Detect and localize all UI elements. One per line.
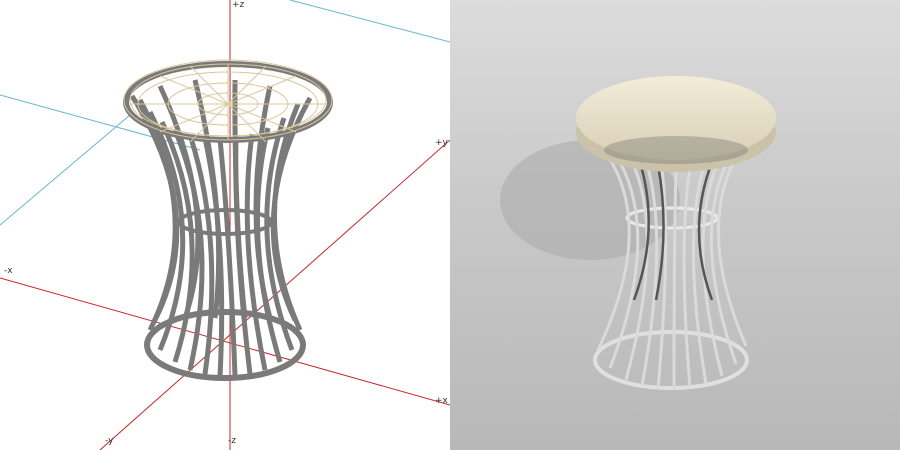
- axis-label-py: +y: [435, 138, 448, 148]
- axis-label-nx: -x: [4, 266, 13, 276]
- x-axis-line: [0, 277, 450, 406]
- cushion-underside: [604, 136, 748, 164]
- axis-label-px: +x: [435, 396, 448, 406]
- axis-label-pz: +z: [232, 0, 245, 10]
- axis-label-ny: -y: [105, 436, 114, 446]
- render-canvas: [500, 76, 776, 390]
- render-viewport: [450, 0, 900, 450]
- wireframe-canvas: [0, 0, 450, 450]
- grid-line-3: [0, 114, 131, 226]
- axis-label-nz: -z: [228, 436, 236, 446]
- grid-line-1: [289, 0, 450, 43]
- wireframe-viewport: +z -z +y -y +x -x: [0, 0, 450, 450]
- stool-model-preview: +z -z +y -y +x -x: [0, 0, 900, 450]
- render-bottom-ring: [593, 330, 749, 390]
